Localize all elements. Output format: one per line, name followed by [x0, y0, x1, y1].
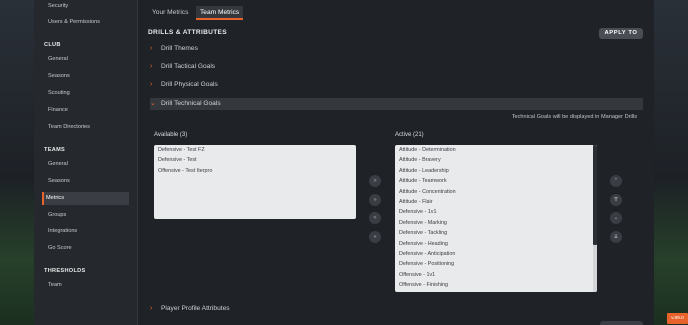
list-item[interactable]: Attitude - Teamwork [395, 176, 597, 186]
list-item[interactable]: Defensive - Test FZ [154, 145, 356, 155]
sidebar-item-club-general[interactable]: General [44, 53, 129, 66]
sidebar-item-security[interactable]: Security [44, 0, 129, 13]
sidebar-item-finance[interactable]: Finance [44, 104, 129, 117]
list-item[interactable]: Defensive - Marking [395, 218, 597, 228]
active-label: Active (21) [395, 132, 424, 138]
move-right-button[interactable]: > [369, 175, 381, 187]
main-content: Your Metrics Team Metrics DRILLS & ATTRI… [138, 0, 654, 325]
accordion-label: Drill Physical Goals [161, 81, 218, 88]
move-down-button[interactable]: ⌄ [610, 212, 622, 224]
accordion-label: Player Profile Attributes [161, 305, 230, 312]
sidebar-item-integrations[interactable]: Integrations [44, 225, 129, 238]
active-listbox[interactable]: Attitude - Determination Attitude - Brav… [395, 145, 597, 292]
sidebar-item-thresholds-team[interactable]: Team [44, 279, 129, 292]
scrollbar-track[interactable] [593, 145, 597, 292]
sidebar-item-users-permissions[interactable]: Users & Permissions [44, 16, 129, 29]
list-item[interactable]: Defensive - Positioning [395, 259, 597, 269]
list-item[interactable]: Attitude - Concentration [395, 187, 597, 197]
accordion-label: Drill Tactical Goals [161, 63, 216, 70]
list-item[interactable]: Offensive - Test Iterpro [154, 166, 356, 176]
move-all-right-button[interactable]: » [369, 194, 381, 206]
chevron-right-icon: › [150, 45, 153, 52]
accordion-label: Drill Themes [161, 45, 198, 52]
tab-your-metrics[interactable]: Your Metrics [148, 6, 192, 20]
sidebar-section-thresholds: THRESHOLDS [44, 268, 86, 274]
available-listbox[interactable]: Defensive - Test FZ Defensive - Test Off… [154, 145, 356, 219]
accordion-drill-technical-goals[interactable]: ⌄ Drill Technical Goals [150, 98, 643, 110]
list-item[interactable]: Offensive - 1v1 [395, 270, 597, 280]
move-bottom-button[interactable]: ⇊ [610, 231, 622, 243]
settings-sidebar: Security Users & Permissions CLUB Genera… [34, 0, 138, 325]
sidebar-item-groups[interactable]: Groups [44, 209, 129, 222]
sidebar-section-club: CLUB [44, 42, 61, 48]
accordion-drill-tactical-goals[interactable]: › Drill Tactical Goals [150, 61, 643, 73]
chevron-right-icon: › [150, 63, 153, 70]
apply-to-button[interactable]: APPLY TO [599, 28, 643, 39]
list-item[interactable]: Defensive - Test [154, 155, 356, 165]
accordion-player-profile-attributes[interactable]: › Player Profile Attributes [150, 303, 643, 315]
accordion-label: Drill Technical Goals [161, 100, 221, 107]
section-title: DRILLS & ATTRIBUTES [148, 29, 227, 36]
list-item[interactable]: Defensive - Tackling [395, 228, 597, 238]
sidebar-item-team-directories[interactable]: Team Directories [44, 121, 129, 134]
version-badge: v.89.0 [667, 313, 688, 324]
list-item[interactable]: Defensive - Anticipation [395, 249, 597, 259]
stadium-background-left [0, 0, 34, 325]
accordion-drill-physical-goals[interactable]: › Drill Physical Goals [150, 79, 643, 91]
sidebar-item-metrics[interactable]: Metrics [42, 192, 129, 205]
list-item[interactable]: Attitude - Flair [395, 197, 597, 207]
chevron-right-icon: › [150, 305, 153, 312]
stadium-background-right [654, 0, 688, 325]
available-label: Available (3) [154, 132, 188, 138]
sidebar-item-teams-general[interactable]: General [44, 158, 129, 171]
tab-team-metrics[interactable]: Team Metrics [196, 6, 244, 20]
move-up-button[interactable]: ⌃ [610, 175, 622, 187]
sidebar-item-go-score[interactable]: Go Score [44, 242, 129, 255]
sidebar-item-club-seasons[interactable]: Seasons [44, 70, 129, 83]
list-item[interactable]: Offensive - Finishing [395, 280, 597, 290]
sidebar-section-teams: TEAMS [44, 147, 66, 153]
move-all-left-button[interactable]: « [369, 231, 381, 243]
list-item[interactable]: Attitude - Bravery [395, 155, 597, 165]
list-item[interactable]: Defensive - Heading [395, 239, 597, 249]
sidebar-item-teams-seasons[interactable]: Seasons [44, 175, 129, 188]
chevron-down-icon: ⌄ [150, 100, 156, 107]
move-left-button[interactable]: < [369, 212, 381, 224]
list-item[interactable]: Defensive - 1v1 [395, 207, 597, 217]
scrollbar-thumb[interactable] [593, 145, 597, 245]
list-item[interactable]: Attitude - Leadership [395, 166, 597, 176]
bottom-apply-button[interactable] [600, 321, 643, 325]
info-note: Technical Goals will be displayed in Man… [511, 114, 637, 120]
sidebar-item-scouting[interactable]: Scouting [44, 87, 129, 100]
chevron-right-icon: › [150, 81, 153, 88]
accordion-drill-themes[interactable]: › Drill Themes [150, 43, 643, 55]
list-item[interactable]: Attitude - Determination [395, 145, 597, 155]
move-top-button[interactable]: ⇈ [610, 194, 622, 206]
